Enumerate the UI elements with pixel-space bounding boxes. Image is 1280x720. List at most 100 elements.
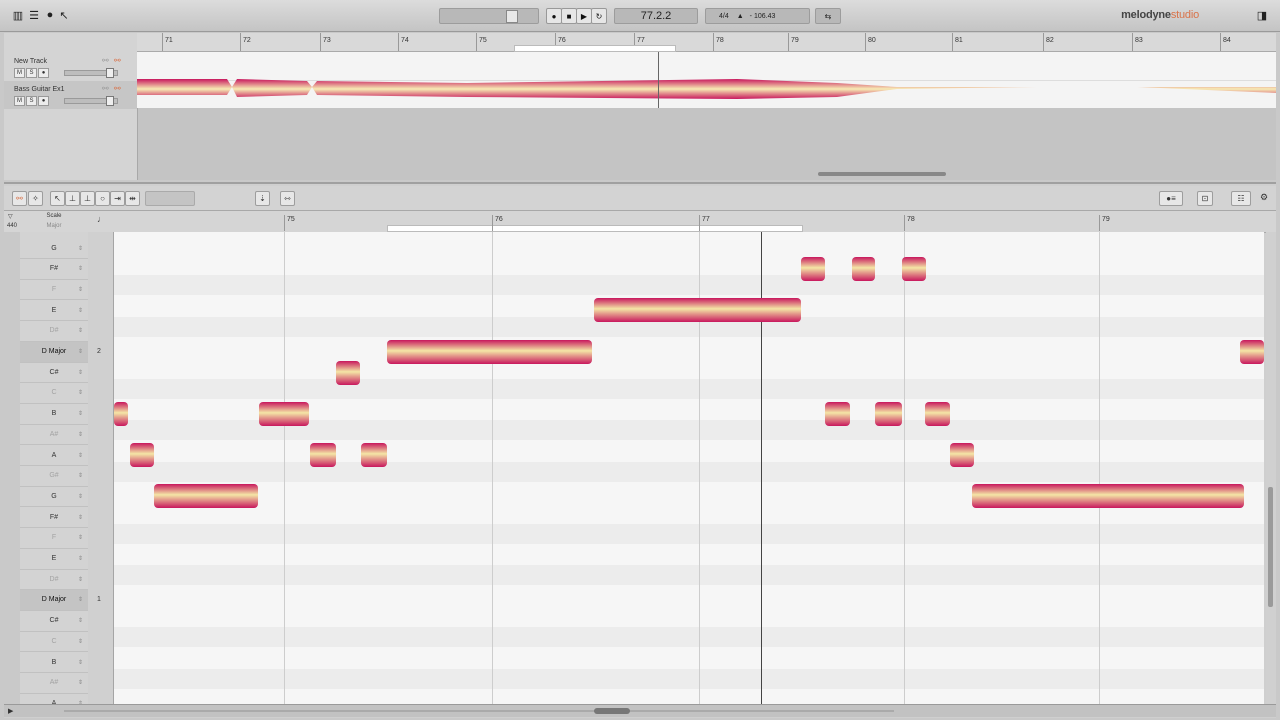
panel-toggle-icon[interactable]: ◨	[1256, 9, 1268, 22]
pitch-tool-icon[interactable]: ⊥	[65, 191, 80, 206]
pitch-link-icon[interactable]: ⚯	[12, 191, 27, 206]
scale-row[interactable]: C ⇕	[20, 631, 88, 653]
filter-icon[interactable]: ▽	[8, 213, 13, 220]
solo-button[interactable]: S	[26, 68, 37, 78]
view-mode-icon[interactable]: ●≡	[1159, 191, 1183, 206]
loop-button[interactable]: ↻	[591, 8, 607, 24]
arrangement-ruler[interactable]: 71 72 73 74 75 76 77 78 79 80 81 82 83 84	[137, 33, 1276, 52]
updown-icon[interactable]: ⇕	[78, 596, 83, 603]
note-blob[interactable]	[259, 402, 309, 426]
vertical-scrollbar[interactable]	[1266, 232, 1276, 704]
scale-row[interactable]: A⇕	[20, 445, 88, 466]
mixer-icon[interactable]: ☰	[28, 9, 40, 22]
amplitude-tool-icon[interactable]: ⊥	[80, 191, 95, 206]
note-blob[interactable]	[1240, 340, 1264, 364]
sidebar-toggle-icon[interactable]: ▥	[12, 9, 24, 22]
note-blob[interactable]	[875, 402, 902, 426]
tuning-value[interactable]: 440	[7, 223, 17, 229]
scale-row[interactable]: E ⇕	[20, 300, 88, 322]
track-header[interactable]: New Track M S ● ⚯ ⚯	[4, 53, 137, 81]
pointer-tool-icon[interactable]: ↖	[50, 191, 65, 206]
volume-slider[interactable]	[64, 96, 118, 106]
updown-icon[interactable]: ⇕	[78, 431, 83, 438]
blobs-icon[interactable]: ●	[44, 9, 56, 21]
updown-icon[interactable]: ⇕	[78, 369, 83, 376]
scale-subheader[interactable]: Major	[20, 223, 88, 229]
record-arm-button[interactable]: ●	[38, 96, 49, 106]
note-blob[interactable]	[154, 484, 258, 508]
track-name[interactable]: New Track	[14, 58, 47, 65]
arrangement-scrollbar[interactable]	[818, 172, 946, 176]
play-button[interactable]: ▶	[576, 8, 592, 24]
tool-option-field[interactable]	[145, 191, 195, 206]
scale-row[interactable]: D# ⇕	[20, 569, 88, 591]
bass-waveform[interactable]	[137, 52, 1276, 108]
settings-gear-icon[interactable]: ⚙	[1260, 192, 1268, 203]
updown-icon[interactable]: ⇕	[78, 265, 83, 272]
note-blob[interactable]	[310, 443, 336, 467]
record-button[interactable]: ●	[546, 8, 562, 24]
updown-icon[interactable]: ⇕	[78, 452, 83, 459]
note-blob[interactable]	[336, 361, 360, 385]
updown-icon[interactable]: ⇕	[78, 555, 83, 562]
note-blob[interactable]	[902, 257, 926, 281]
note-blobs[interactable]	[114, 232, 1264, 704]
quantize-time-icon[interactable]: ⇿	[280, 191, 295, 206]
arrangement-lanes[interactable]	[137, 52, 1276, 108]
scale-row[interactable]: D# ⇕	[20, 321, 88, 342]
note-blob[interactable]	[852, 257, 875, 281]
scale-row[interactable]: G ⇕	[20, 486, 88, 508]
editor-ruler[interactable]: 75 76 77 78 79	[114, 211, 1264, 232]
updown-icon[interactable]: ⇕	[78, 534, 83, 541]
scale-row[interactable]: F# ⇕	[20, 507, 88, 529]
loop-region[interactable]	[387, 225, 803, 232]
tuning-fork-icon[interactable]: ♩	[97, 214, 106, 224]
scale-row[interactable]: G ⇕	[20, 238, 88, 259]
mute-button[interactable]: M	[14, 96, 25, 106]
edit-link-icon[interactable]: ⚯	[114, 84, 121, 93]
stop-button[interactable]: ■	[561, 8, 577, 24]
note-blob[interactable]	[950, 443, 974, 467]
zoom-fit-icon[interactable]: ⊡	[1197, 191, 1213, 206]
scale-row[interactable]: C# ⇕	[20, 362, 88, 384]
note-blob[interactable]	[925, 402, 950, 426]
overview-scroll-handle[interactable]	[594, 708, 630, 714]
scale-row[interactable]: A# ⇕	[20, 673, 88, 694]
updown-icon[interactable]: ⇕	[78, 348, 83, 355]
updown-icon[interactable]: ⇕	[78, 410, 83, 417]
play-from-icon[interactable]: ▶	[8, 707, 13, 715]
updown-icon[interactable]: ⇕	[78, 617, 83, 624]
updown-icon[interactable]: ⇕	[78, 659, 83, 666]
note-blob[interactable]	[361, 443, 387, 467]
record-arm-button[interactable]: ●	[38, 68, 49, 78]
scale-row[interactable]: G# ⇕	[20, 466, 88, 487]
metronome-icon[interactable]: ▲	[737, 13, 744, 20]
updown-icon[interactable]: ⇕	[78, 472, 83, 479]
updown-icon[interactable]: ⇕	[78, 327, 83, 334]
mute-button[interactable]: M	[14, 68, 25, 78]
tempo-mode-button[interactable]: ⇆	[815, 8, 841, 24]
scale-row[interactable]: A# ⇕	[20, 424, 88, 446]
note-blob[interactable]	[594, 298, 801, 322]
scale-row[interactable]: D Major ⇕	[20, 341, 88, 363]
link-icon[interactable]: ⚯	[102, 84, 109, 93]
note-grid[interactable]	[114, 232, 1264, 704]
scale-row[interactable]: B ⇕	[20, 404, 88, 425]
transport-scrub-field[interactable]	[439, 8, 539, 24]
formant-tool-icon[interactable]: ⇥	[110, 191, 125, 206]
note-blob[interactable]	[387, 340, 592, 364]
timing-tool-icon[interactable]: ○	[95, 191, 110, 206]
quantize-pitch-icon[interactable]: ⇣	[255, 191, 270, 206]
updown-icon[interactable]: ⇕	[78, 679, 83, 686]
note-blob[interactable]	[130, 443, 154, 467]
scale-row[interactable]: D Major ⇕	[20, 589, 88, 611]
updown-icon[interactable]: ⇕	[78, 638, 83, 645]
scale-row[interactable]: E ⇕	[20, 549, 88, 570]
tempo-display[interactable]: 4/4 ▲ - 106.43	[705, 8, 810, 24]
volume-slider[interactable]	[64, 68, 118, 78]
edit-link-icon[interactable]: ⚯	[114, 56, 121, 65]
updown-icon[interactable]: ⇕	[78, 245, 83, 252]
updown-icon[interactable]: ⇕	[78, 286, 83, 293]
macro-icon[interactable]: ✧	[28, 191, 43, 206]
loop-region[interactable]	[514, 45, 676, 52]
